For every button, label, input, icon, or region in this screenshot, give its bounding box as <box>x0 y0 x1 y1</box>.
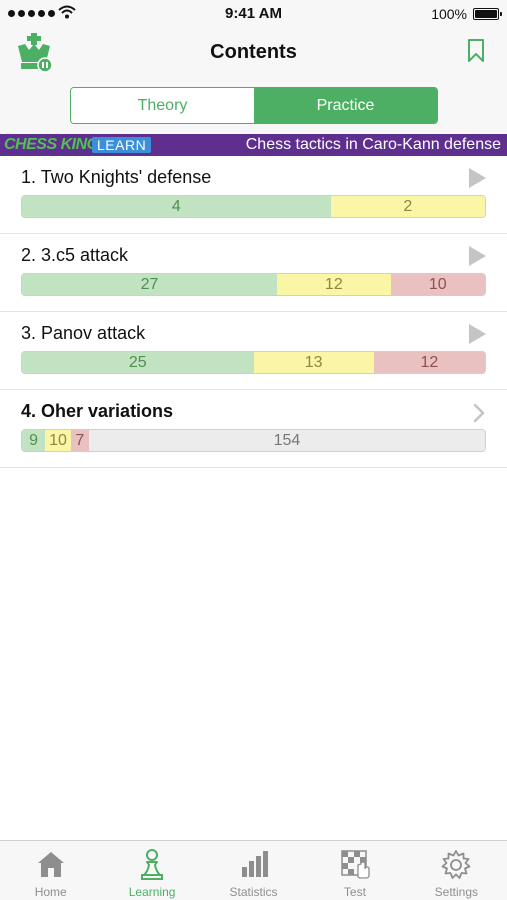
tab-home[interactable]: Home <box>0 841 101 900</box>
tab-bar: Home Learning Statistics Test Settings <box>0 840 507 900</box>
banner-course-title: Chess tactics in Caro-Kann defense <box>245 136 501 153</box>
home-icon <box>37 852 64 877</box>
banner-brand: CHESS KING <box>4 136 99 153</box>
status-bar: 9:41 AM 100% <box>0 0 507 28</box>
tab-label: Settings <box>434 885 478 899</box>
bar-chart-icon <box>241 851 268 877</box>
segment-practice[interactable]: Practice <box>254 88 437 123</box>
progress-segment-yellow: 2 <box>330 196 485 217</box>
chapter-title: 1. Two Knights' defense <box>21 167 212 187</box>
battery-percent: 100% <box>431 6 467 22</box>
nav-bar: Contents <box>0 28 507 78</box>
progress-segment-red: 7 <box>70 430 89 451</box>
chevron-right-icon[interactable] <box>473 403 485 423</box>
chapter-title: 2. 3.c5 attack <box>21 245 129 265</box>
progress-segment-green: 9 <box>22 430 46 451</box>
pawn-icon <box>141 849 164 880</box>
progress-segment-red: 12 <box>373 352 485 373</box>
progress-segment-gray: 154 <box>88 430 485 451</box>
play-icon[interactable] <box>469 168 486 188</box>
segment-theory[interactable]: Theory <box>71 88 254 123</box>
chapter-row[interactable]: 1. Two Knights' defense 42 <box>0 156 507 234</box>
chapter-list: 1. Two Knights' defense 42 2. 3.c5 attac… <box>0 156 507 468</box>
progress-segment-yellow: 10 <box>45 430 71 451</box>
chapter-row[interactable]: 3. Panov attack 25 13 12 <box>0 312 507 390</box>
progress-segment-green: 4 <box>22 196 331 217</box>
tab-label: Learning <box>128 885 176 899</box>
play-icon[interactable] <box>469 324 486 344</box>
tab-test[interactable]: Test <box>304 841 405 900</box>
tab-label: Home <box>34 885 67 899</box>
chapter-row[interactable]: 4. Oher variations 9 10 7 154 <box>0 390 507 468</box>
chapter-title: 3. Panov attack <box>21 323 146 343</box>
tab-learning[interactable]: Learning <box>101 841 202 900</box>
chessboard-hand-icon <box>341 850 370 879</box>
battery-icon <box>473 8 502 20</box>
progress-bar: 42 <box>21 195 486 218</box>
play-icon[interactable] <box>469 246 486 266</box>
progress-segment-green: 25 <box>22 352 254 373</box>
segment-area: Theory Practice <box>0 78 507 134</box>
tab-statistics[interactable]: Statistics <box>203 841 304 900</box>
chapter-title: 4. Oher variations <box>21 401 174 421</box>
progress-segment-red: 10 <box>390 274 485 295</box>
progress-bar: 25 13 12 <box>21 351 486 374</box>
gear-icon <box>441 850 471 879</box>
tab-settings[interactable]: Settings <box>406 841 507 900</box>
segmented-control: Theory Practice <box>70 87 438 124</box>
chapter-row[interactable]: 2. 3.c5 attack 27 12 10 <box>0 234 507 312</box>
course-banner: CHESS KING LEARN Chess tactics in Caro-K… <box>0 134 507 156</box>
tab-label: Statistics <box>229 885 278 899</box>
progress-bar: 27 12 10 <box>21 273 486 296</box>
progress-segment-yellow: 12 <box>277 274 391 295</box>
tab-label: Test <box>343 885 366 899</box>
progress-bar: 9 10 7 154 <box>21 429 486 452</box>
page-title: Contents <box>210 41 297 63</box>
banner-learn-badge: LEARN <box>92 137 152 153</box>
bookmark-icon[interactable] <box>467 39 485 63</box>
progress-segment-yellow: 13 <box>253 352 374 373</box>
progress-segment-green: 27 <box>22 274 278 295</box>
